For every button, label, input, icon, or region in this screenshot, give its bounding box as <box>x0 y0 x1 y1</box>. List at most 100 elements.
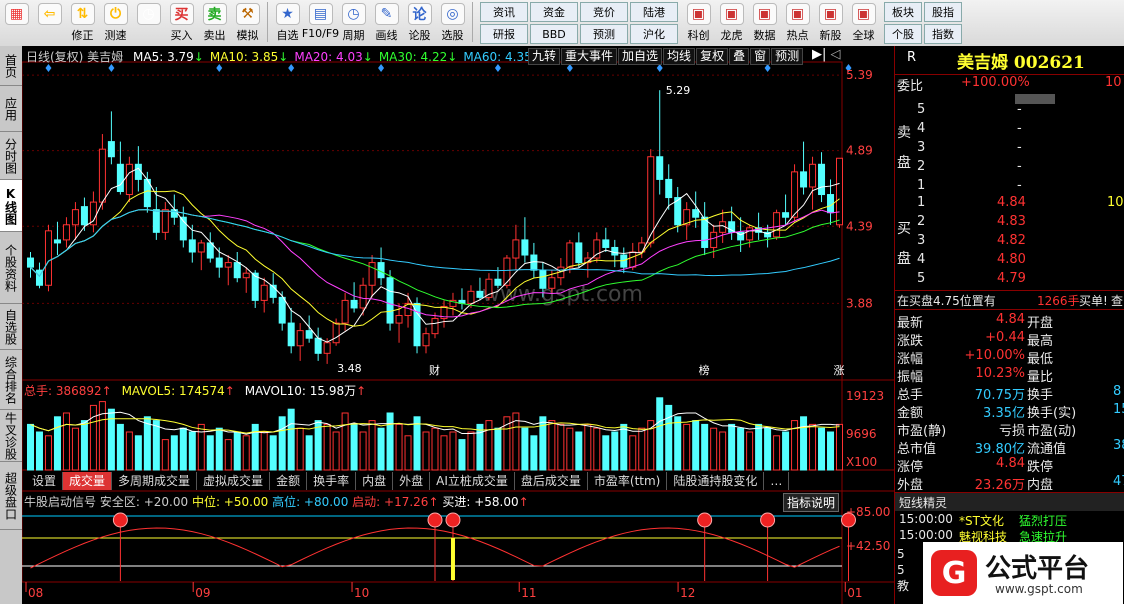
leftnav-item[interactable]: 分时图 <box>0 132 22 180</box>
toolbar-right-grid-button[interactable]: 个股 <box>884 24 922 44</box>
clock-icon: ◷ <box>136 3 161 25</box>
indicator-tab[interactable]: 设置 <box>26 472 64 490</box>
indicator-help-button[interactable]: 指标说明 <box>783 493 840 512</box>
toolbar-grid-button[interactable]: 预测 <box>580 24 628 44</box>
chart-top-button[interactable]: 窗 <box>750 48 771 65</box>
toolbar-back-arrow-button[interactable]: ⇦ <box>33 0 66 44</box>
indicator-tab[interactable]: 金额 <box>270 472 308 490</box>
volume-bar <box>755 423 763 471</box>
chart-top-button[interactable]: 复权 <box>696 48 729 65</box>
toolbar-buy-button[interactable]: 买买入 <box>165 0 198 44</box>
toolbar-grid-button[interactable]: 陆港 <box>630 2 678 22</box>
event-marker: 财 <box>429 363 440 377</box>
toolbar-grid-button[interactable]: 资金 <box>530 2 578 22</box>
toolbar-right-button[interactable]: ▣ 数据 <box>748 0 781 44</box>
toolbar-right-grid-button[interactable]: 板块 <box>884 2 922 22</box>
toolbar-grid-button[interactable]: 资讯 <box>480 2 528 22</box>
volume-bar <box>692 420 700 471</box>
chart-top-button[interactable]: 九转 <box>528 48 561 65</box>
chart-top-button[interactable]: 叠 <box>729 48 750 65</box>
forum-icon: 论 <box>407 3 432 25</box>
chart-top-button[interactable]: 重大事件 <box>561 48 618 65</box>
xaxis-label: 08 <box>28 586 43 600</box>
toolbar-forum-button[interactable]: 论论股 <box>403 0 436 44</box>
buy-side-label: 买盘 <box>897 221 911 267</box>
toolbar-right-button[interactable]: ▣ 龙虎 <box>715 0 748 44</box>
toolbar-grid-button[interactable]: 沪化 <box>630 24 678 44</box>
indicator-tab[interactable]: 成交量 <box>63 472 113 490</box>
toolbar-pencil-button[interactable]: ✎ 画线 <box>370 0 403 44</box>
toolbar-right-button[interactable]: ▣ 全球 <box>847 0 880 44</box>
toolbar-f10-button[interactable]: ▤ F10/F9 <box>302 0 339 44</box>
chart-area[interactable]: www.gspt.com 5.29 3.48 财榜涨 5.39 4.89 4.39 3.88 1… <box>22 46 894 604</box>
candle <box>161 202 169 240</box>
buy-level-row[interactable]: 5 4.79 <box>895 271 1124 289</box>
chart-top-button[interactable]: 加自选 <box>618 48 663 65</box>
toolbar-grid-button[interactable]: BBD <box>530 24 578 44</box>
toolbar-right-grid-button[interactable]: 股指 <box>924 2 962 22</box>
buy-level-row[interactable]: 4 4.80 <box>895 252 1124 270</box>
low-label: 3.48 <box>337 362 362 375</box>
sell-level-row[interactable]: 5- <box>895 102 1124 120</box>
leftnav-item[interactable]: 首页 <box>0 46 22 86</box>
buy-level-row[interactable]: 2 4.83 <box>895 214 1124 232</box>
indicator-tab[interactable]: 换手率 <box>307 472 357 490</box>
toolbar-speed-button[interactable]: ⏻ 测速 <box>99 0 132 44</box>
toolbar-sell-button[interactable]: 卖卖出 <box>198 0 231 44</box>
toolbar-grid-button[interactable]: 研报 <box>480 24 528 44</box>
stat-value: 3.35亿 <box>983 406 1025 421</box>
toolbar-label: 新股 <box>819 29 842 42</box>
indicator-tab[interactable]: 市盈率(ttm) <box>588 472 668 490</box>
buy-level-row[interactable]: 3 4.82 <box>895 233 1124 251</box>
quote-panel: R 美吉姆 002621 委比 +100.00% 10 5-4-3-2-1- 1… <box>894 46 1124 604</box>
indicator-tab[interactable]: 虚拟成交量 <box>197 472 271 490</box>
indicator-tab[interactable]: 多周期成交量 <box>112 472 198 490</box>
sell-level-row[interactable]: 1- <box>895 178 1124 196</box>
stat-label: 总手 <box>897 388 924 403</box>
toolbar-grid-button[interactable]: 竞价 <box>580 2 628 22</box>
toolbar-up-down-button[interactable]: ⇅ 修正 <box>66 0 99 44</box>
leftnav-item[interactable]: 自选股 <box>0 304 22 350</box>
indicator-header: 牛股启动信号 安全区: +20.00 中位: +50.00 高位: +80.00… <box>24 495 529 509</box>
leftnav-item[interactable]: 个股资料 <box>0 232 22 304</box>
candle <box>584 252 592 278</box>
toolbar-clock-button[interactable]: ◷ <box>132 0 165 44</box>
notice-check[interactable]: 查 <box>1111 292 1123 309</box>
indicator-tab[interactable]: AI立桩成交量 <box>430 472 515 490</box>
toolbar-right-button[interactable]: ▣ 科创 <box>682 0 715 44</box>
toolbar-period-button[interactable]: ◷ 周期 <box>337 0 370 44</box>
sell-level-num: 1 <box>917 178 926 193</box>
leftnav-item[interactable]: 综合排名 <box>0 350 22 410</box>
leftnav-item[interactable]: K线图 <box>0 180 22 232</box>
stat-value: 亏损 <box>998 424 1025 439</box>
indicator-tab[interactable]: … <box>764 472 790 490</box>
toolbar-right-grid-button[interactable]: 指数 <box>924 24 962 44</box>
indicator-tab[interactable]: 盘后成交量 <box>515 472 588 490</box>
leftnav-item[interactable]: 牛叉诊股 <box>0 410 22 462</box>
kline-chart-svg[interactable]: www.gspt.com5.293.48 财榜涨5.394.894.393.881… <box>22 46 894 604</box>
chart-top-button[interactable]: 均线 <box>663 48 696 65</box>
indicator-tab[interactable]: 外盘 <box>393 472 431 490</box>
toolbar-star-button[interactable]: ★ 自选 <box>271 0 304 44</box>
buy-level-row[interactable]: 1 4.84 10 <box>895 195 1124 213</box>
sell-level-row[interactable]: 4- <box>895 121 1124 139</box>
toolbar-right-button[interactable]: ▣ 新股 <box>814 0 847 44</box>
indicator-tab[interactable]: 陆股通持股变化 <box>667 472 765 490</box>
signal-ball-icon <box>697 512 713 528</box>
indicator-tab[interactable]: 内盘 <box>356 472 394 490</box>
toolbar-right-button[interactable]: ▣ 热点 <box>781 0 814 44</box>
toolbar-grid-button[interactable]: ▦ <box>0 0 33 44</box>
ma-value: MA30: 4.22 <box>378 50 448 64</box>
volume-bar <box>233 431 241 471</box>
sell-level-row[interactable]: 3- <box>895 140 1124 158</box>
leftnav-item[interactable]: 超级盘口 <box>0 462 22 530</box>
candle <box>233 252 241 283</box>
chart-nav-arrows[interactable]: ▶| ◁ <box>812 47 841 62</box>
leftnav-item[interactable]: 应用 <box>0 86 22 132</box>
sell-level-row[interactable]: 2- <box>895 159 1124 177</box>
toolbar-select-button[interactable]: ◎ 选股 <box>436 0 469 44</box>
stat-value: 10.23% <box>975 366 1025 381</box>
toolbar-hammer-button[interactable]: ⚒ 模拟 <box>231 0 264 44</box>
chart-top-button[interactable]: 预测 <box>771 48 804 65</box>
volume-bar <box>377 427 385 471</box>
